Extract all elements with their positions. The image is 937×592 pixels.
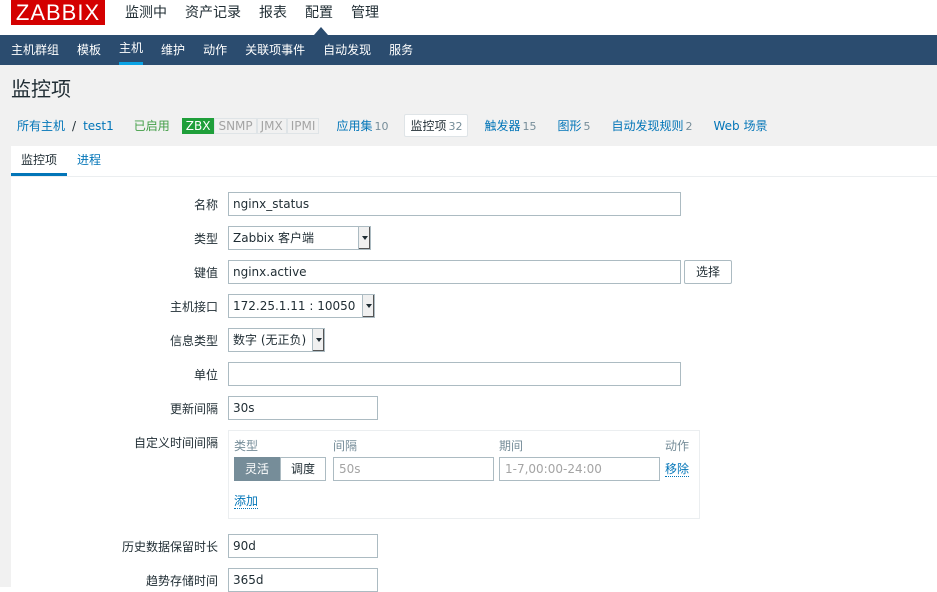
interval-input[interactable]: 50s [333,457,494,481]
subnav-actions[interactable]: 动作 [203,35,227,65]
interval-type-toggle: 灵活 调度 [234,457,326,481]
name-input[interactable]: nginx_status [228,192,681,216]
col-interval-header: 间隔 [333,437,357,454]
badge-ipmi: IPMI [287,118,320,134]
badge-zbx: ZBX [182,118,215,134]
update-interval-input[interactable]: 30s [228,396,378,420]
trends-input[interactable]: 365d [228,568,378,592]
menu-inventory[interactable]: 资产记录 [185,0,249,35]
select-key-button[interactable]: 选择 [684,260,732,284]
custom-interval-label: 自定义时间间隔 [134,434,218,451]
link-discovery-rules-count: 2 [686,120,693,133]
add-interval-link[interactable]: 添加 [234,494,258,509]
menu-reports[interactable]: 报表 [259,0,295,35]
info-type-select-value: 数字 (无正负) [233,333,306,347]
host-status[interactable]: 已启用 [134,117,170,134]
col-type-header: 类型 [234,437,258,454]
col-period-header: 期间 [499,437,523,454]
key-input[interactable]: nginx.active [228,260,681,284]
link-items-count: 32 [448,120,462,133]
name-label: 名称 [194,196,218,213]
breadcrumb-separator: / [72,119,76,133]
custom-interval-table: 类型 间隔 期间 动作 灵活 调度 50s 1-7,00:00-24:00 移除… [228,430,700,519]
interface-select[interactable]: 172.25.1.11 : 10050 [228,294,375,318]
subnav-templates[interactable]: 模板 [77,35,101,65]
menu-administration[interactable]: 管理 [351,0,387,35]
update-interval-label: 更新间隔 [170,400,218,417]
link-graphs-count: 5 [584,120,591,133]
units-label: 单位 [194,366,218,383]
link-triggers[interactable]: 触发器15 [479,115,541,136]
link-graphs-label: 图形 [557,119,581,133]
breadcrumb-all-hosts[interactable]: 所有主机 [17,117,65,134]
link-discovery-rules[interactable]: 自动发现规则2 [607,115,698,136]
chevron-down-icon [312,329,324,351]
period-input[interactable]: 1-7,00:00-24:00 [499,457,660,481]
page-title: 监控项 [11,65,937,108]
type-label: 类型 [194,230,218,247]
subnav-correlation[interactable]: 关联项事件 [245,35,305,65]
breadcrumb-host[interactable]: test1 [83,119,114,133]
chevron-down-icon [362,295,374,317]
link-web-scenarios[interactable]: Web 场景 [709,115,773,136]
link-items[interactable]: 监控项32 [404,114,468,137]
trends-label: 趋势存储时间 [146,572,218,589]
remove-interval-link[interactable]: 移除 [665,462,689,477]
link-applications-label: 应用集 [336,119,372,133]
interface-select-value: 172.25.1.11 : 10050 [233,299,355,313]
history-label: 历史数据保留时长 [122,538,218,555]
chevron-down-icon [358,227,370,249]
link-triggers-label: 触发器 [484,119,520,133]
link-graphs[interactable]: 图形5 [552,115,595,136]
link-items-label: 监控项 [410,119,446,133]
key-label: 键值 [194,264,218,281]
flexible-option[interactable]: 灵活 [234,457,280,481]
item-form-card: 监控项 进程 名称 nginx_status 类型 Zabbix 客户端 键值 … [11,146,937,587]
breadcrumb: 所有主机 / test1 已启用 ZBX SNMP JMX IPMI 应用集10… [11,108,937,143]
scheduling-option[interactable]: 调度 [280,457,326,481]
form-tabs: 监控项 进程 [11,146,937,177]
badge-jmx: JMX [257,118,287,134]
sub-navigation: 主机群组 模板 主机 维护 动作 关联项事件 自动发现 服务 [0,35,937,65]
subnav-discovery[interactable]: 自动发现 [323,35,371,65]
col-action-header: 动作 [665,437,689,454]
tab-item[interactable]: 监控项 [11,146,67,176]
host-nav-links: 应用集10 监控项32 触发器15 图形5 自动发现规则2 Web 场景 [331,114,783,137]
subnav-host-groups[interactable]: 主机群组 [11,35,59,65]
type-select-value: Zabbix 客户端 [233,231,314,245]
menu-monitoring[interactable]: 监测中 [125,0,175,35]
history-input[interactable]: 90d [228,534,378,558]
interface-label: 主机接口 [170,298,218,315]
zabbix-logo[interactable]: ZABBIX [11,0,105,25]
info-type-select[interactable]: 数字 (无正负) [228,328,325,352]
info-type-label: 信息类型 [170,332,218,349]
menu-configuration[interactable]: 配置 [305,0,341,35]
link-applications[interactable]: 应用集10 [331,115,393,136]
link-discovery-rules-label: 自动发现规则 [612,119,684,133]
link-applications-count: 10 [374,120,388,133]
subnav-maintenance[interactable]: 维护 [161,35,185,65]
type-select[interactable]: Zabbix 客户端 [228,226,371,250]
link-triggers-count: 15 [522,120,536,133]
interface-badges: ZBX SNMP JMX IPMI [182,118,320,134]
main-menu: 监测中 资产记录 报表 配置 管理 [125,0,397,35]
badge-snmp: SNMP [214,118,256,134]
subnav-hosts[interactable]: 主机 [119,35,143,65]
link-web-scenarios-label: Web 场景 [714,119,768,133]
subnav-services[interactable]: 服务 [389,35,413,65]
units-input[interactable] [228,362,681,386]
top-header: ZABBIX 监测中 资产记录 报表 配置 管理 [0,0,937,35]
tab-preprocessing[interactable]: 进程 [67,146,111,176]
